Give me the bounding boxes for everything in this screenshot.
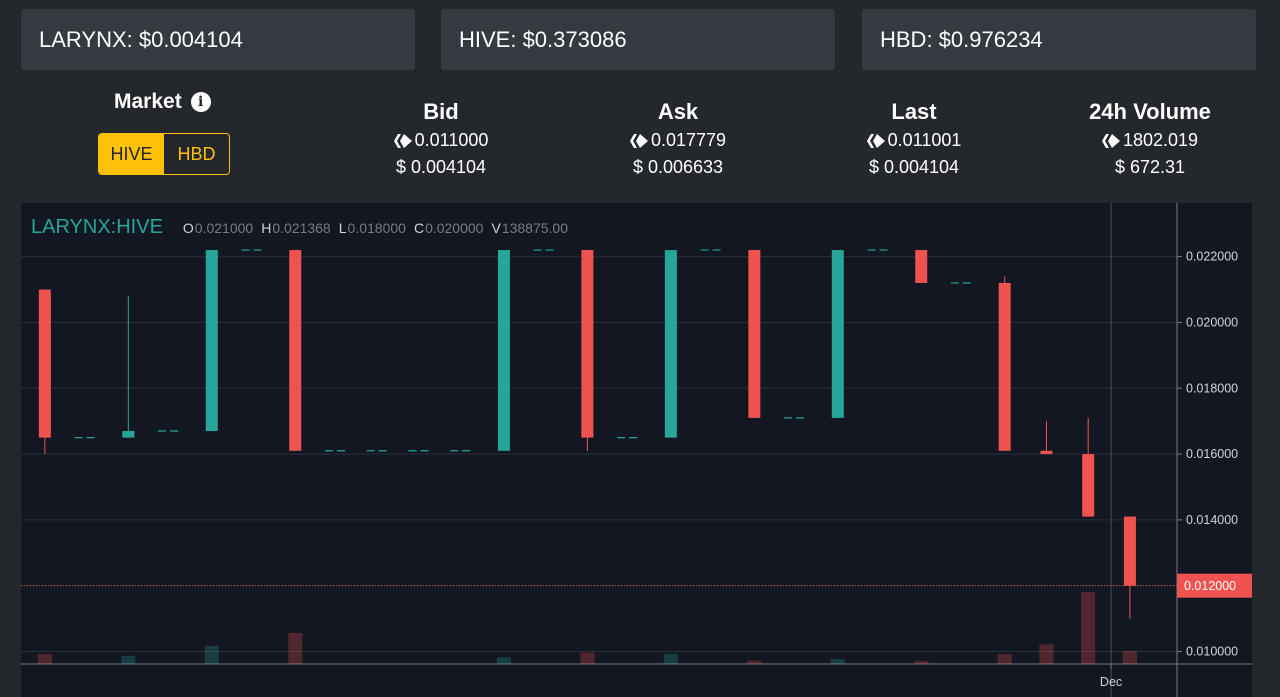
bid-hive-value: 0.011000 [414,130,489,150]
hive-logo-icon [393,133,412,148]
current-price-label: 0.012000 [1184,579,1236,593]
volume-usd-value: $ 672.31 [1114,157,1186,177]
last-hive-line: 0.011001 [814,127,1014,154]
volume-title: 24h Volume [1089,99,1211,124]
volume-bar [204,646,219,664]
candle-body [289,250,302,451]
larynx-price-box: LARYNX: $0.004104 [21,9,415,70]
bid-stat: Bid 0.011000 $ 0.004104 [341,97,541,181]
x-tick-label: Dec [1100,675,1122,689]
volume-bar [37,654,52,664]
price-chart[interactable]: 0.022000 0.020000 0.018000 0.016000 0.014000… [21,203,1252,697]
legend-o-key: O [182,220,194,236]
hbd-price-box: HBD: $0.976234 [862,9,1256,70]
legend-high: 0.021368 [272,220,331,236]
candle-body [1040,450,1053,455]
legend-h-key: H [261,220,272,236]
candlestick-chart[interactable]: 0.022000 0.020000 0.018000 0.016000 0.014000… [21,203,1252,697]
volume-hive-value: 1802.019 [1122,130,1199,150]
candle-body [998,282,1011,451]
volume-bar [1122,650,1137,664]
ask-hive-value: 0.017779 [650,130,727,150]
candle-body [497,250,510,451]
candle-body [38,289,51,438]
legend-v-key: V [491,220,501,236]
volume-bar [830,659,845,664]
candle-body [581,250,594,438]
volume-bar [997,654,1012,664]
volume-bar [288,632,303,664]
legend-volume: 138875.00 [501,220,568,236]
volume-hive-line: 1802.019 [1050,127,1250,154]
candle-body [1123,516,1136,586]
market-label-group: Market i [114,90,211,114]
market-hbd-button[interactable]: HBD [164,134,229,174]
volume-bar [663,654,678,664]
candle-body [664,250,677,438]
last-usd-value: $ 0.004104 [868,157,960,177]
hive-price: HIVE: $0.373086 [459,26,627,52]
last-title: Last [891,99,937,124]
candle-body [915,250,928,283]
legend-low: 0.018000 [347,220,406,236]
volume-stat: 24h Volume 1802.019 $ 672.31 [1050,97,1250,181]
y-tick-label: 0.014000 [1186,513,1238,527]
market-toggle: HIVE HBD [98,133,230,175]
y-tick-label: 0.022000 [1186,250,1238,264]
candle-body [748,250,761,418]
market-hive-button[interactable]: HIVE [99,134,164,174]
hbd-price: HBD: $0.976234 [880,26,1043,52]
bid-title: Bid [423,99,459,124]
ask-hive-line: 0.017779 [578,127,778,154]
volume-bar [121,655,136,664]
chart-legend: LARYNX:HIVE O 0.021000 H 0.021368 L 0.01800… [31,216,568,239]
larynx-price: LARYNX: $0.004104 [39,26,243,52]
chart-pair-label: LARYNX:HIVE [31,216,163,238]
hive-logo-icon [1101,133,1120,148]
volume-bar [496,657,511,664]
y-tick-label: 0.016000 [1186,447,1238,461]
volume-bar [747,660,762,664]
volume-bar [1039,644,1054,664]
legend-c-key: C [413,220,425,236]
y-tick-label: 0.018000 [1186,381,1238,395]
market-label: Market [114,90,182,113]
legend-close: 0.020000 [425,220,484,236]
legend-open: 0.021000 [194,220,254,236]
y-tick-label: 0.020000 [1186,315,1238,329]
volume-bar [1081,592,1096,664]
candle-body [122,431,135,438]
candle-body [205,250,218,432]
ask-usd-value: $ 0.006633 [632,157,724,177]
hive-price-box: HIVE: $0.373086 [441,9,835,70]
candle-body [1082,454,1095,517]
legend-l-key: L [338,220,347,236]
hive-logo-icon [866,133,885,148]
volume-bar [914,661,929,664]
last-stat: Last 0.011001 $ 0.004104 [814,97,1014,181]
ask-title: Ask [657,99,699,124]
info-icon[interactable]: i [190,92,211,112]
bid-hive-line: 0.011000 [341,127,541,154]
volume-bar [580,652,595,664]
last-hive-value: 0.011001 [887,130,962,150]
hive-logo-icon [629,133,648,148]
bid-usd-value: $ 0.004104 [395,157,487,177]
y-tick-label: 0.010000 [1186,644,1238,658]
ask-stat: Ask 0.017779 $ 0.006633 [578,97,778,181]
candle-body [831,250,844,418]
